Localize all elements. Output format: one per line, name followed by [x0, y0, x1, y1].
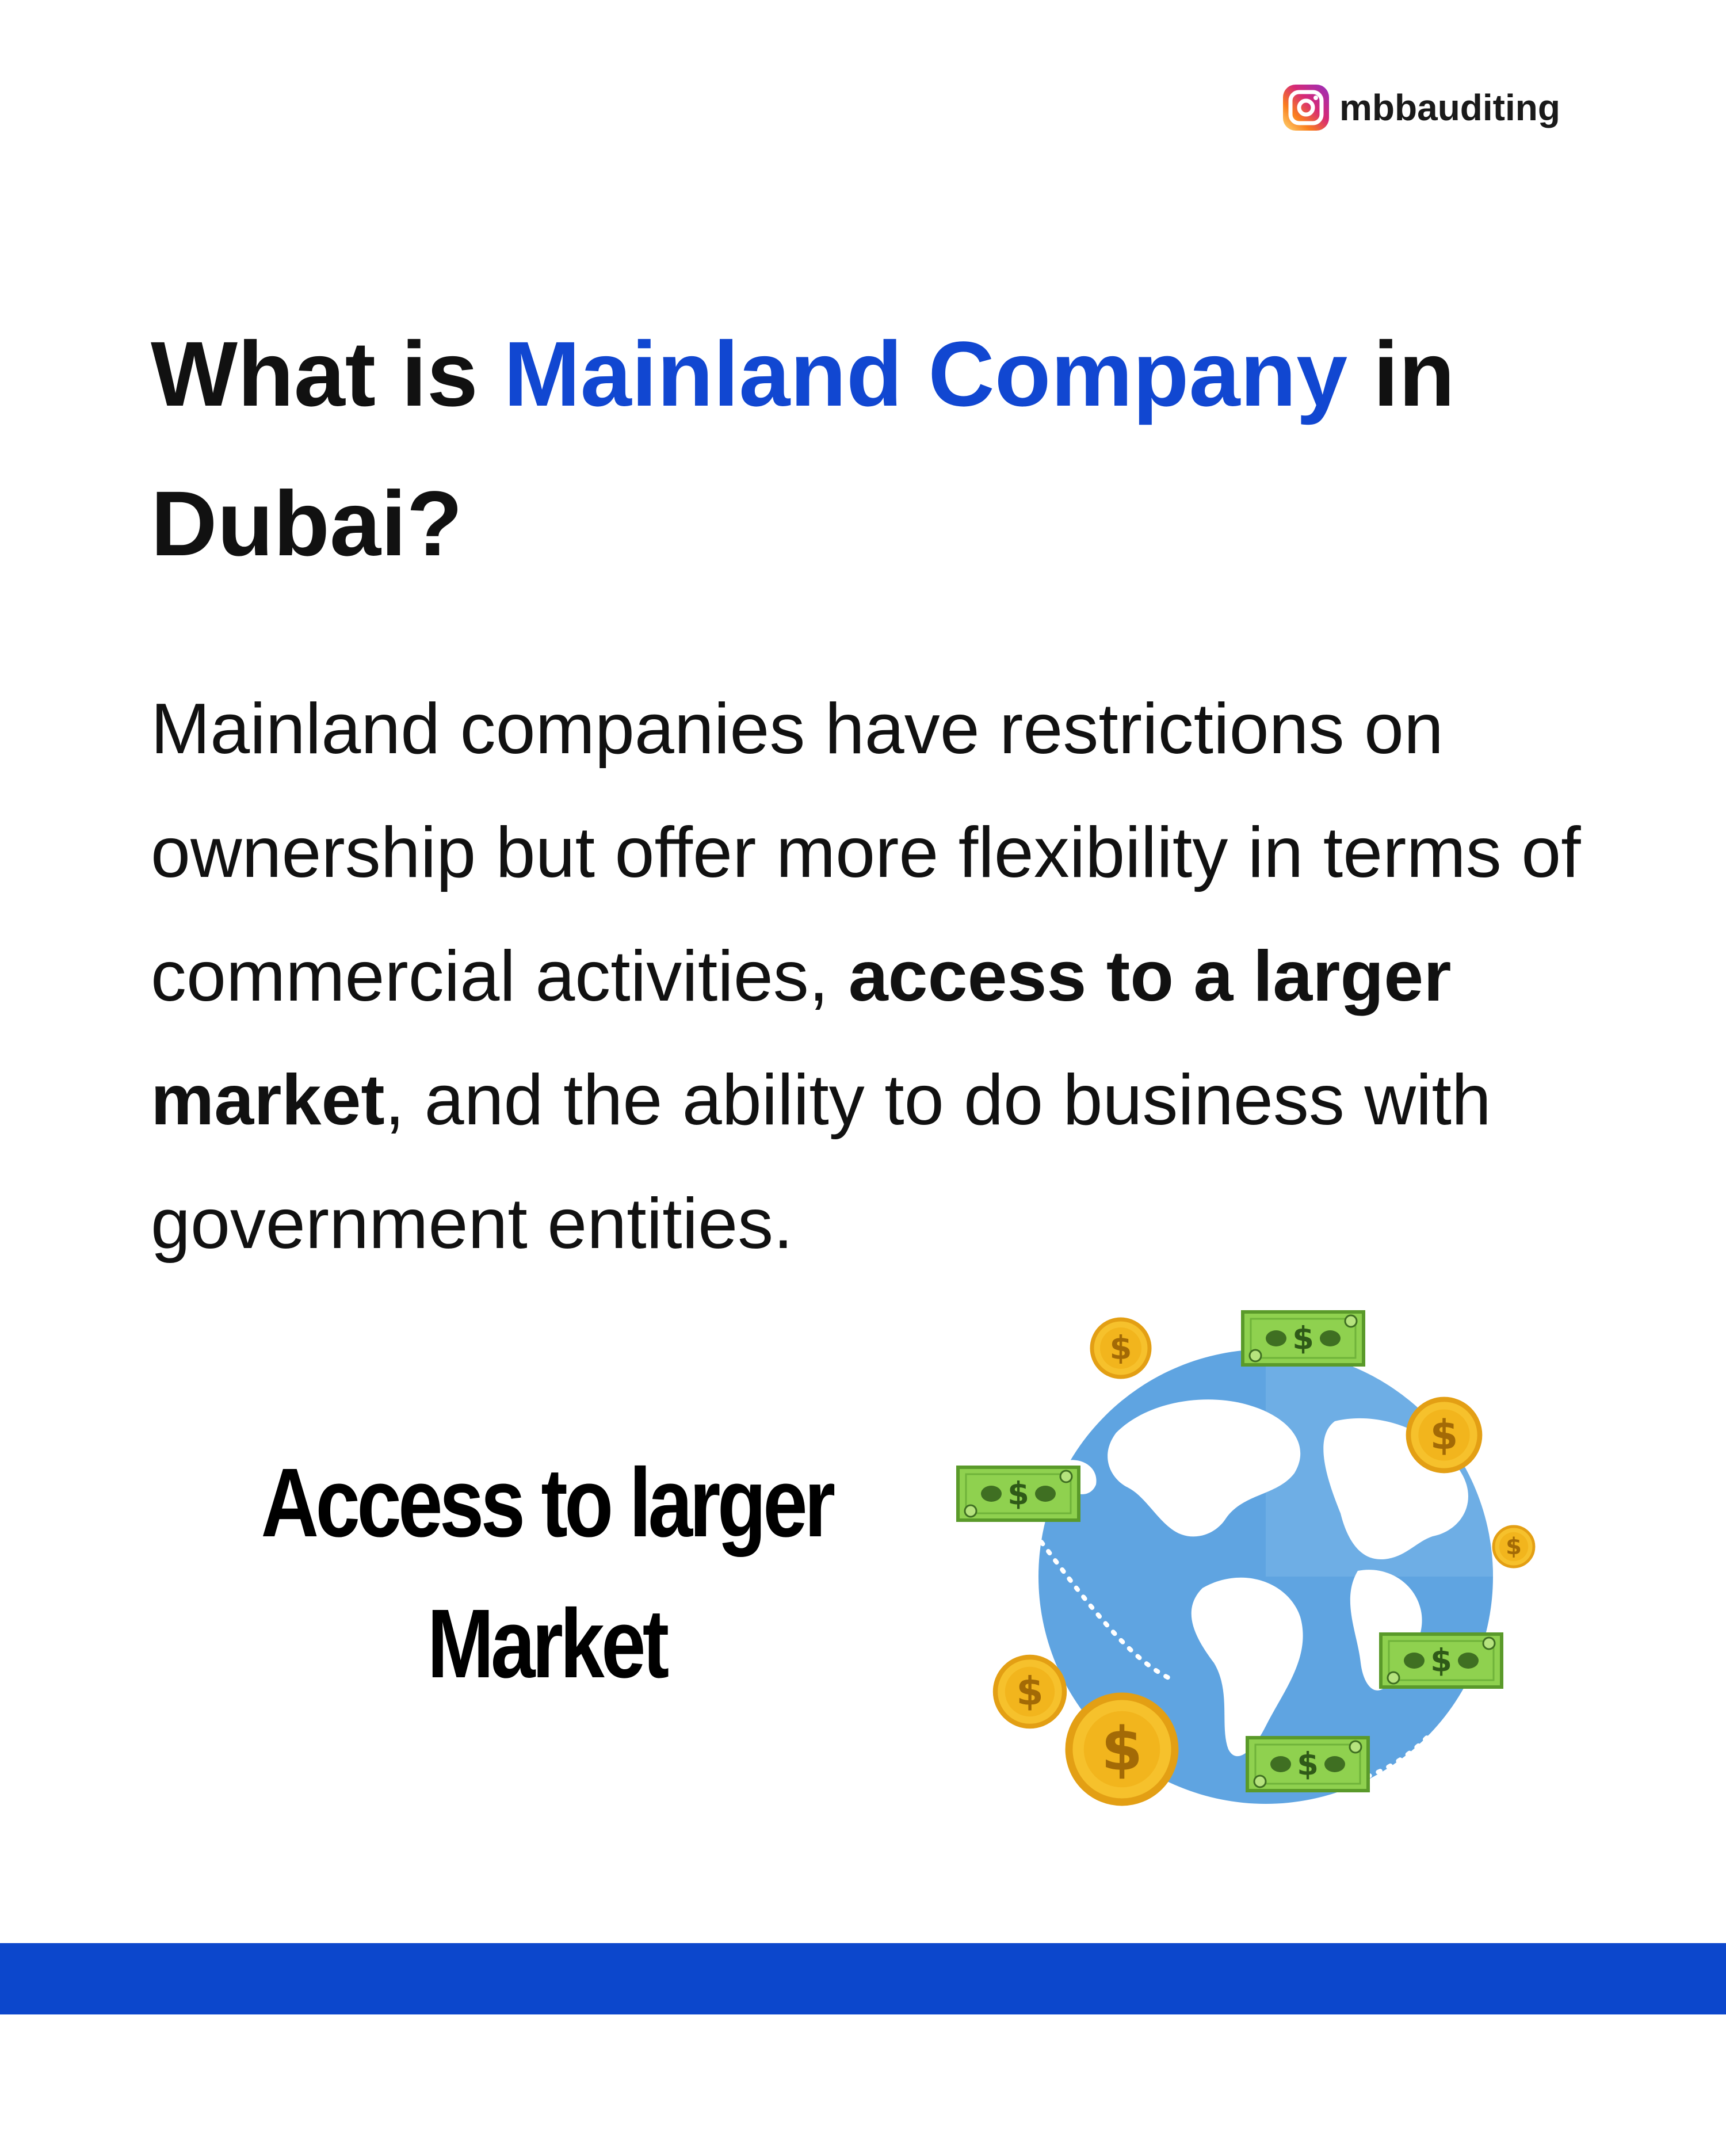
footer-accent-bar [0, 1943, 1726, 2014]
coin-dollar-symbol: $ [1016, 1669, 1043, 1715]
page-title: What is Mainland Company in Dubai? [151, 299, 1589, 598]
coin-dollar-symbol: $ [1110, 1330, 1132, 1367]
feature-caption-line-2: Market [427, 1589, 670, 1699]
instagram-handle-text: mbbauditing [1339, 87, 1560, 128]
instagram-handle[interactable]: mbbauditing [1281, 81, 1560, 135]
bill-dollar-symbol: $ [1297, 1746, 1319, 1783]
bill-dollar-symbol: $ [1430, 1643, 1452, 1679]
coin-dollar-symbol: $ [1506, 1533, 1522, 1560]
bill-dollar-symbol: $ [1007, 1476, 1029, 1512]
title-prefix: What is [151, 322, 504, 425]
bill-dollar-symbol: $ [1292, 1321, 1314, 1357]
coin-dollar-symbol: $ [1430, 1411, 1458, 1459]
coin-dollar-symbol: $ [1101, 1714, 1143, 1784]
globe-money-icon: $ $ $ $ $ $ $ $ $ [944, 1289, 1553, 1818]
feature-caption: Access to larger Market [240, 1433, 853, 1715]
feature-caption-line-1: Access to larger [261, 1448, 836, 1558]
description-paragraph: Mainland companies have restrictions on … [151, 667, 1624, 1286]
title-highlight: Mainland Company [503, 322, 1348, 425]
instagram-icon [1283, 85, 1329, 131]
